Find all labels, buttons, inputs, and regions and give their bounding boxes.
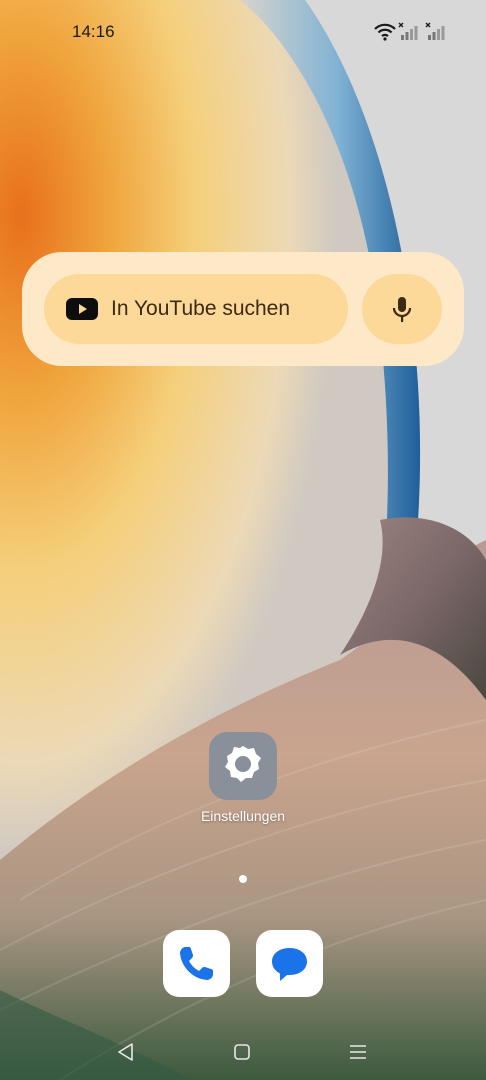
dock-phone-app[interactable]	[163, 930, 230, 997]
youtube-search-widget: In YouTube suchen	[22, 252, 464, 366]
page-indicator-dot	[239, 875, 247, 883]
wifi-icon	[374, 23, 396, 41]
search-label: In YouTube suchen	[111, 297, 291, 320]
back-icon[interactable]	[112, 1038, 140, 1066]
dock-messages-app[interactable]	[256, 930, 323, 997]
status-icons	[374, 22, 445, 41]
signal-sim2-no-service-icon	[425, 22, 445, 40]
app-label: Einstellungen	[200, 808, 286, 824]
recents-icon[interactable]	[344, 1038, 372, 1066]
voice-search-button[interactable]	[362, 274, 442, 344]
status-bar: 14:16	[0, 0, 486, 64]
signal-sim1-no-service-icon	[398, 22, 418, 40]
home-icon[interactable]	[228, 1038, 256, 1066]
wallpaper	[0, 0, 486, 1080]
youtube-icon	[66, 298, 98, 320]
phone-icon	[180, 947, 213, 980]
status-time: 14:16	[72, 22, 115, 41]
navigation-bar	[0, 1024, 486, 1080]
app-settings[interactable]: Einstellungen	[190, 732, 296, 832]
settings-tile	[209, 732, 277, 800]
chat-bubble-icon	[272, 948, 307, 981]
gear-icon	[225, 746, 261, 782]
microphone-icon	[392, 297, 412, 322]
youtube-search-field[interactable]: In YouTube suchen	[44, 274, 348, 344]
